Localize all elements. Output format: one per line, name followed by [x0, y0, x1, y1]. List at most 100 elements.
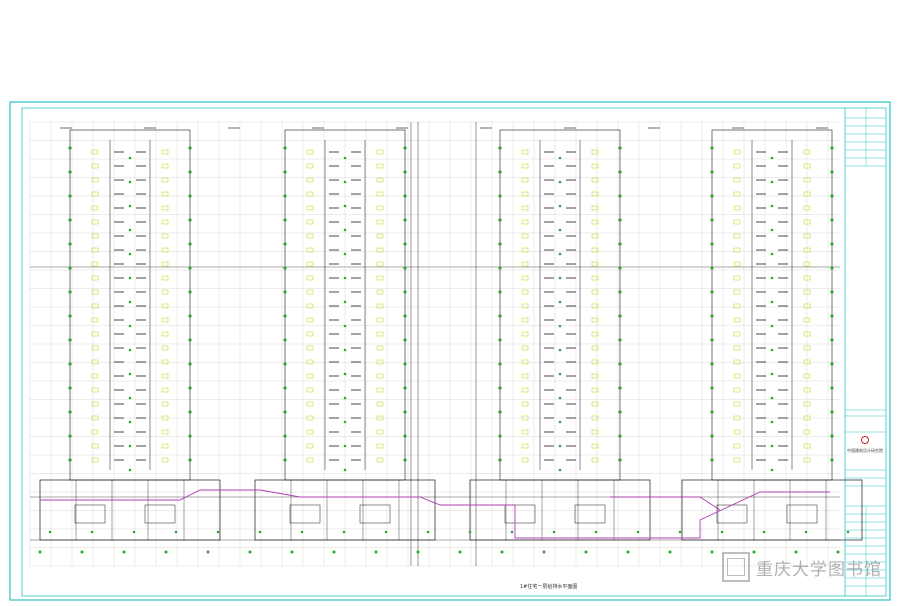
fixture-symbol: [733, 317, 741, 323]
pipe-node: [343, 468, 347, 472]
pipe-node: [128, 468, 132, 472]
pipe-node: [188, 218, 192, 222]
watermark-text: 重庆大学图书馆: [756, 559, 882, 580]
pipe-node: [668, 550, 672, 554]
pipe-node: [174, 530, 178, 534]
pipe-node: [68, 266, 72, 270]
fixture-symbol: [733, 359, 741, 365]
pipe-node: [384, 530, 388, 534]
fixture-symbol: [733, 345, 741, 351]
pipe-node: [403, 458, 407, 462]
pipe-node: [498, 218, 502, 222]
ground-floor-block: [39, 479, 221, 541]
pipe-node: [710, 242, 714, 246]
pipe-node: [558, 444, 562, 448]
pipe-node: [498, 410, 502, 414]
fixture-symbol: [521, 149, 529, 155]
fixture-symbol: [306, 317, 314, 323]
pipe-node: [343, 420, 347, 424]
pipe-node: [558, 420, 562, 424]
fixture-symbol: [733, 261, 741, 267]
pipe-node: [68, 314, 72, 318]
room: [504, 504, 536, 524]
pipe-node: [283, 338, 287, 342]
pipe-node: [618, 362, 622, 366]
pipe-node: [830, 410, 834, 414]
fixture-symbol: [521, 177, 529, 183]
pipe-node: [68, 170, 72, 174]
pipe-node: [710, 194, 714, 198]
pipe-node: [128, 348, 132, 352]
fixture-symbol: [306, 233, 314, 239]
pipe-node: [128, 228, 132, 232]
pipe-node: [558, 276, 562, 280]
fixture-symbol: [733, 457, 741, 463]
fixture-symbol: [521, 219, 529, 225]
fixture-symbol: [161, 303, 169, 309]
pipe-node: [558, 228, 562, 232]
pipe-node: [830, 146, 834, 150]
fixture-symbol: [521, 289, 529, 295]
fixture-symbol: [161, 275, 169, 281]
pipe-node: [720, 530, 724, 534]
pipe-node: [618, 266, 622, 270]
pipe-node: [618, 218, 622, 222]
pipe-node: [830, 242, 834, 246]
fixture-symbol: [161, 359, 169, 365]
pipe-node: [618, 338, 622, 342]
fixture-symbol: [376, 233, 384, 239]
pipe-node: [830, 218, 834, 222]
pipe-node: [626, 550, 630, 554]
fixture-symbol: [306, 331, 314, 337]
ground-floor-block: [681, 479, 863, 541]
pipe-node: [343, 300, 347, 304]
pipe-node: [770, 156, 774, 160]
pipe-node: [710, 386, 714, 390]
pipe-node: [830, 314, 834, 318]
pipe-node: [636, 530, 640, 534]
fixture-symbol: [521, 303, 529, 309]
pipe-node: [80, 550, 84, 554]
fixture-symbol: [306, 219, 314, 225]
pipe-node: [458, 550, 462, 554]
pipe-node: [216, 530, 220, 534]
pipe-node: [830, 170, 834, 174]
pipe-node: [770, 324, 774, 328]
pipe-node: [710, 362, 714, 366]
pipe-node: [618, 290, 622, 294]
fixture-symbol: [306, 345, 314, 351]
fixture-symbol: [161, 233, 169, 239]
fixture-symbol: [376, 373, 384, 379]
pipe-node: [510, 530, 514, 534]
pipe-node: [770, 180, 774, 184]
pipe-node: [122, 550, 126, 554]
pipe-node: [343, 372, 347, 376]
pipe-node: [68, 242, 72, 246]
fixture-symbol: [733, 163, 741, 169]
pipe-node: [343, 156, 347, 160]
fixture-symbol: [376, 163, 384, 169]
pipe-node: [188, 314, 192, 318]
pipe-node: [770, 396, 774, 400]
fixture-symbol: [733, 373, 741, 379]
pipe-node: [416, 550, 420, 554]
drain-pipe: [610, 496, 721, 511]
pipe-node: [343, 204, 347, 208]
fixture-symbol: [306, 373, 314, 379]
fixture-symbol: [733, 331, 741, 337]
pipe-node: [618, 170, 622, 174]
fixture-symbol: [376, 387, 384, 393]
pipe-node: [770, 300, 774, 304]
pipe-node: [830, 194, 834, 198]
fixture-symbol: [161, 331, 169, 337]
fixture-symbol: [306, 289, 314, 295]
pipe-node: [283, 170, 287, 174]
pipe-node: [498, 434, 502, 438]
pipe-node: [68, 218, 72, 222]
pipe-node: [188, 266, 192, 270]
pipe-node: [498, 194, 502, 198]
pipe-node: [403, 266, 407, 270]
fixture-symbol: [521, 443, 529, 449]
pipe-node: [343, 444, 347, 448]
fixture-symbol: [733, 429, 741, 435]
